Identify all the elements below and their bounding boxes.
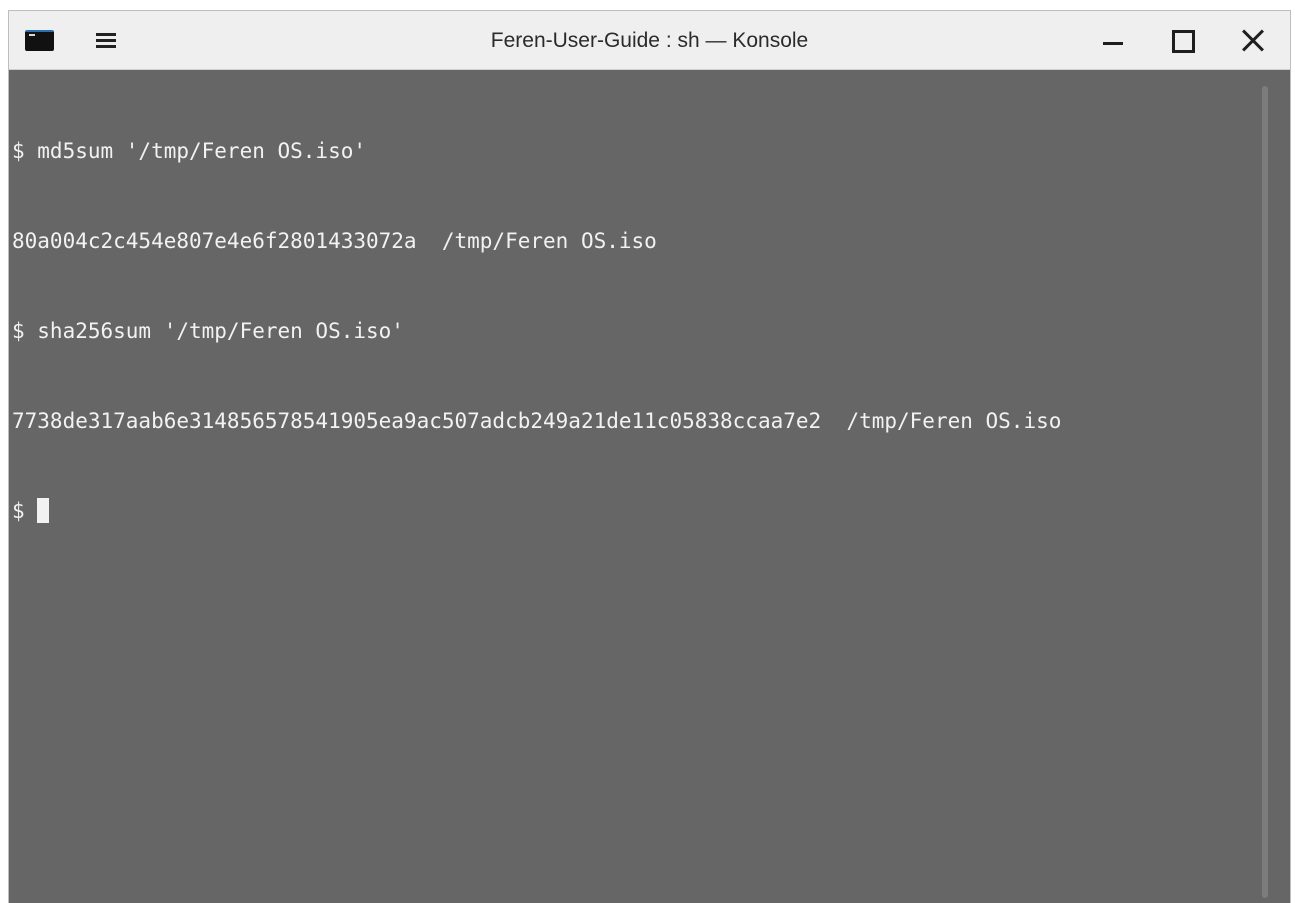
terminal-line: 80a004c2c454e807e4e6f2801433072a /tmp/Fe… [12,229,657,253]
maximize-icon[interactable] [1163,21,1203,61]
scrollbar[interactable] [1262,86,1268,898]
terminal-line: $ md5sum '/tmp/Feren OS.iso' [12,139,367,163]
minimize-icon[interactable] [1093,21,1133,61]
terminal-output[interactable]: $ md5sum '/tmp/Feren OS.iso' 80a004c2c45… [9,70,1279,903]
close-icon[interactable] [1233,21,1273,61]
prompt-line[interactable]: $ [12,496,1279,526]
title-bar[interactable]: Feren-User-Guide : sh — Konsole [9,11,1290,70]
konsole-window: Feren-User-Guide : sh — Konsole $ md5sum… [8,10,1291,903]
hamburger-menu-icon[interactable] [96,33,116,49]
terminal-icon[interactable] [25,30,54,51]
text-cursor [37,498,50,523]
terminal-line: $ sha256sum '/tmp/Feren OS.iso' [12,319,404,343]
prompt-symbol: $ [12,499,38,523]
terminal-line: 7738de317aab6e314856578541905ea9ac507adc… [12,409,1062,433]
